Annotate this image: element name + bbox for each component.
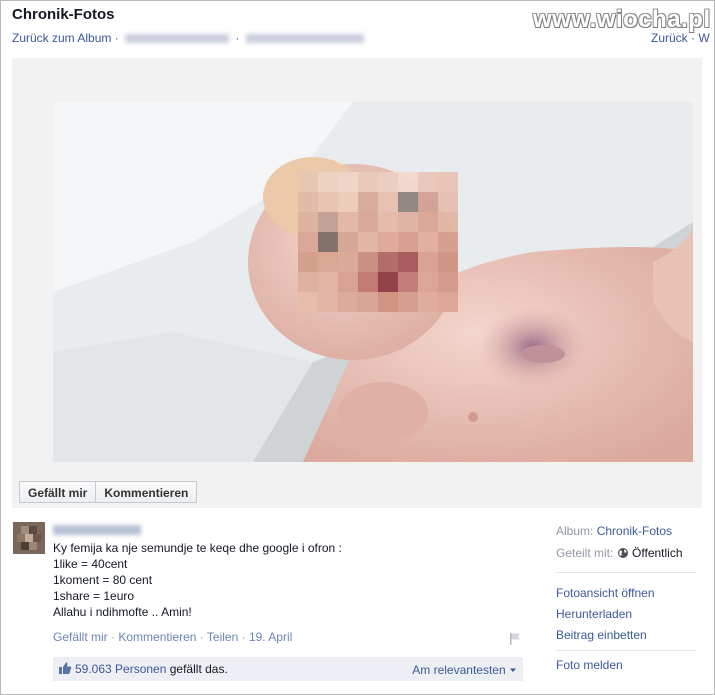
likes-suffix: gefällt das. [169, 662, 228, 676]
album-label: Album: [556, 524, 594, 538]
breadcrumb: Zurück zum Album · · [12, 31, 367, 45]
comment-post-link[interactable]: Kommentieren [118, 630, 196, 644]
action-separator: · [111, 630, 116, 644]
download-link[interactable]: Herunterladen [556, 607, 632, 621]
blurred-author-name[interactable] [53, 525, 141, 535]
report-photo-link[interactable]: Foto melden [556, 658, 623, 672]
back-to-album-link[interactable]: Zurück zum Album [12, 31, 111, 45]
post-text: Ky femija ka nje semundje te keqe dhe go… [53, 540, 342, 620]
like-post-link[interactable]: Gefällt mir [53, 630, 108, 644]
likes-summary: 59.063 Personen gefällt das. Am relevant… [53, 657, 523, 681]
globe-icon [617, 546, 632, 560]
thumbs-up-icon [58, 661, 72, 678]
audience-value: Öffentlich [632, 546, 683, 560]
post-actions: Gefällt mir · Kommentieren · Teilen · 19… [53, 630, 292, 644]
album-link[interactable]: Chronik-Fotos [597, 524, 672, 538]
action-separator: · [241, 630, 246, 644]
caret-down-icon [509, 663, 517, 677]
likes-count-link[interactable]: 59.063 Personen [75, 662, 166, 676]
sort-label: Am relevantesten [412, 663, 506, 677]
avatar-image [13, 522, 45, 554]
photo-action-bar: Gefällt mir Kommentieren [19, 481, 198, 503]
like-photo-button[interactable]: Gefällt mir [19, 481, 97, 503]
breadcrumb-separator: · [114, 31, 119, 45]
photo[interactable] [53, 102, 693, 462]
post-line: Allahu i ndihmofte .. Amin! [53, 605, 192, 619]
embed-post-link[interactable]: Beitrag einbetten [556, 628, 647, 642]
open-photo-view-link[interactable]: Fotoansicht öffnen [556, 586, 655, 600]
audience-row: Geteilt mit: Öffentlich [556, 546, 683, 560]
comment-photo-button[interactable]: Kommentieren [95, 481, 198, 503]
shared-label: Geteilt mit: [556, 546, 614, 560]
action-separator: · [199, 630, 204, 644]
post-date-link[interactable]: 19. April [249, 630, 292, 644]
flag-icon[interactable] [508, 632, 522, 651]
share-post-link[interactable]: Teilen [207, 630, 238, 644]
post-line: Ky femija ka nje semundje te keqe dhe go… [53, 541, 342, 555]
sort-comments-dropdown[interactable]: Am relevantesten [412, 663, 517, 677]
post-line: 1koment = 80 cent [53, 573, 153, 587]
watermark: www.wiocha.pl [533, 6, 711, 33]
post-line: 1share = 1euro [53, 589, 135, 603]
blurred-album-name [125, 34, 230, 44]
page-title: Chronik-Fotos [12, 6, 115, 23]
sidebar-divider [556, 572, 696, 573]
blurred-owner-name [245, 34, 364, 44]
album-row: Album: Chronik-Fotos [556, 524, 672, 538]
avatar[interactable] [13, 522, 45, 554]
photo-image [53, 102, 693, 462]
sidebar-divider [556, 650, 696, 651]
post-line: 1like = 40cent [53, 557, 128, 571]
breadcrumb-separator: · [235, 31, 240, 45]
